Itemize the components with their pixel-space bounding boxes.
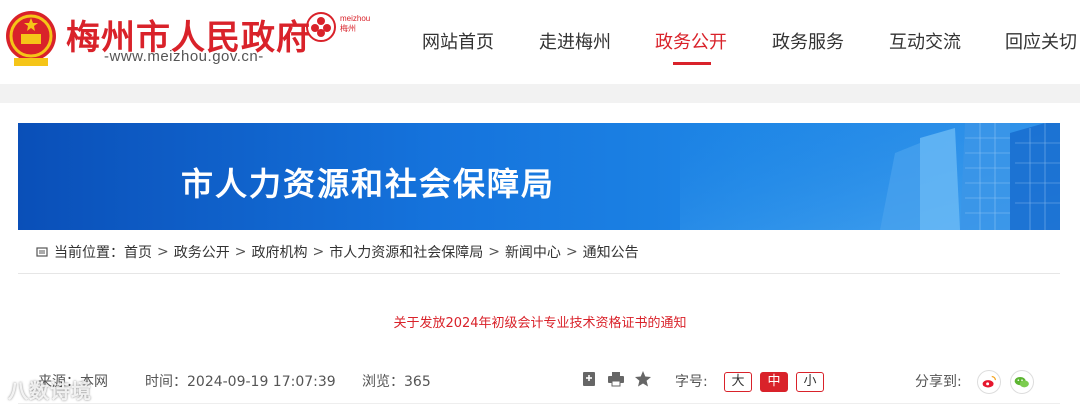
main-nav: 网站首页 走进梅州 政务公开 政务服务 互动交流 回应关切 (0, 28, 1080, 58)
breadcrumb-news-center[interactable]: 新闻中心 (505, 242, 561, 262)
font-size-large-button[interactable]: 大 (724, 372, 752, 392)
breadcrumb-divider (18, 273, 1060, 274)
font-size-label: 字号: (675, 374, 708, 390)
breadcrumb-separator: > (157, 244, 169, 260)
breadcrumb-location-icon (36, 247, 48, 257)
nav-about-meizhou[interactable]: 走进梅州 (539, 28, 611, 54)
bookmark-icon[interactable] (580, 370, 598, 388)
watermark: 八数诗境 (8, 379, 92, 403)
department-banner: 市人力资源和社会保障局 (18, 123, 1060, 230)
breadcrumb-separator: > (312, 244, 325, 260)
article-title: 关于发放2024年初级会计专业技术资格证书的通知 (393, 316, 687, 331)
site-header: 梅州市人民政府 -www.meizhou.gov.cn- meizhou 梅州 … (0, 0, 1080, 84)
breadcrumb-separator: > (488, 244, 500, 260)
print-icon[interactable] (607, 370, 625, 388)
breadcrumb-home[interactable]: 首页 (124, 242, 152, 262)
building-illustration (680, 123, 1060, 230)
nav-gov-services[interactable]: 政务服务 (772, 28, 844, 54)
breadcrumb-prefix: 当前位置： (54, 245, 124, 261)
article-views: 浏览：365 (362, 374, 431, 390)
breadcrumb-notices[interactable]: 通知公告 (583, 242, 639, 262)
banner-title: 市人力资源和社会保障局 (180, 165, 555, 203)
font-size-small-button[interactable]: 小 (796, 372, 824, 392)
breadcrumb: 当前位置： 首页 > 政务公开 > 政府机构 > 市人力资源和社会保障局 > 新… (36, 241, 639, 263)
breadcrumb-hr-bureau[interactable]: 市人力资源和社会保障局 (329, 242, 483, 262)
star-icon[interactable] (634, 370, 652, 388)
weibo-icon[interactable] (977, 370, 1001, 394)
nav-responses[interactable]: 回应关切 (1005, 28, 1077, 54)
meta-divider (18, 403, 1060, 404)
wechat-icon[interactable] (1010, 370, 1034, 394)
article-time: 时间：2024-09-19 17:07:39 (145, 374, 336, 390)
breadcrumb-gov-affairs[interactable]: 政务公开 (174, 242, 230, 262)
breadcrumb-separator: > (234, 244, 247, 260)
nav-gov-affairs[interactable]: 政务公开 (655, 28, 727, 54)
share-label: 分享到: (915, 374, 962, 390)
nav-active-indicator (673, 62, 711, 65)
breadcrumb-gov-agencies[interactable]: 政府机构 (251, 242, 307, 262)
nav-interaction[interactable]: 互动交流 (889, 28, 961, 54)
nav-home[interactable]: 网站首页 (422, 28, 494, 54)
font-size-medium-button[interactable]: 中 (760, 372, 788, 392)
breadcrumb-separator: > (565, 244, 578, 260)
